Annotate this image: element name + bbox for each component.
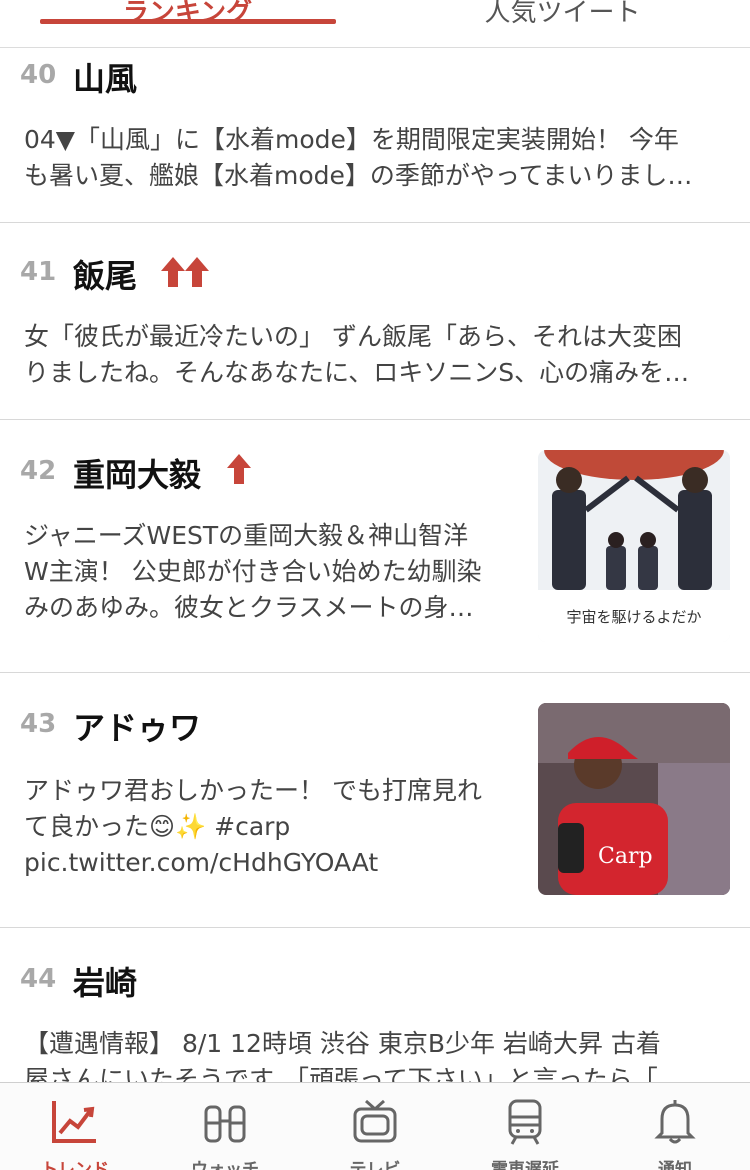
rank-number: 41 [20,257,57,287]
trend-thumbnail[interactable]: 宇宙を駆けるよだか [538,450,730,642]
trend-description: アドゥワ君おしかったー！ でも打席見れ て良かった😊✨ #carp pic.tw… [24,776,482,877]
trend-description: ジャニーズWESTの重岡大毅＆神山智洋 W主演！ 公史郎が付き合い始めた幼馴染 … [24,521,482,622]
nav-notifications[interactable]: 通知 [600,1083,750,1170]
rank-number: 40 [20,60,57,90]
drama-poster-image: 宇宙を駆けるよだか [538,450,730,642]
top-tab-bar: ランキング 人気ツイート [0,0,750,48]
nav-trend[interactable]: トレンド [0,1083,150,1170]
svg-text:Carp: Carp [598,844,653,869]
list-item[interactable]: 40 山風 04▼「山風」に【水着mode】を期間限定実装開始！ 今年 も暑い夏… [0,48,750,223]
binoculars-icon [204,1105,246,1143]
rank-number: 43 [20,709,57,739]
nav-watch[interactable]: ウォッチ [150,1083,300,1170]
bell-icon [654,1100,696,1144]
trend-thumbnail[interactable]: Carp [538,703,730,895]
tab-popular-tweets[interactable]: 人気ツイート [375,0,750,48]
bottom-tab-bar: トレンド ウォッチ テレビ 電車遅延 通知 [0,1082,750,1170]
rank-number: 42 [20,456,57,486]
nav-tv[interactable]: テレビ [300,1083,450,1170]
active-tab-indicator [40,19,336,24]
trend-title: 飯尾 [73,257,138,295]
tv-icon [353,1099,397,1143]
list-item[interactable]: 42 重岡大毅 ジャニーズWESTの重岡大毅＆神山智洋 W主演！ 公史郎が付き合… [0,420,750,673]
nav-train-delay[interactable]: 電車遅延 [450,1083,600,1170]
baseball-player-image: Carp [538,703,730,895]
trend-title: 重岡大毅 [73,456,202,494]
trend-chart-icon [52,1101,96,1143]
rank-number: 44 [20,964,57,994]
trend-description: 04▼「山風」に【水着mode】を期間限定実装開始！ 今年 も暑い夏、艦娘【水着… [24,125,693,190]
rising-double-arrow-icon [161,257,209,287]
list-item[interactable]: 41 飯尾 女「彼氏が最近冷たいの」 ずん飯尾「あら、それは大変困 りましたね。… [0,223,750,420]
tab-ranking[interactable]: ランキング [0,0,375,48]
rising-arrow-icon [227,454,251,484]
train-icon [508,1099,542,1145]
poster-caption: 宇宙を駆けるよだか [566,608,701,626]
trend-title: アドゥワ [73,709,202,747]
trend-title: 山風 [73,60,138,98]
trend-description: 女「彼氏が最近冷たいの」 ずん飯尾「あら、それは大変困 りましたね。そんなあなた… [24,322,690,387]
list-item[interactable]: 43 アドゥワ アドゥワ君おしかったー！ でも打席見れ て良かった😊✨ #car… [0,673,750,928]
trend-title: 岩崎 [73,964,138,1002]
